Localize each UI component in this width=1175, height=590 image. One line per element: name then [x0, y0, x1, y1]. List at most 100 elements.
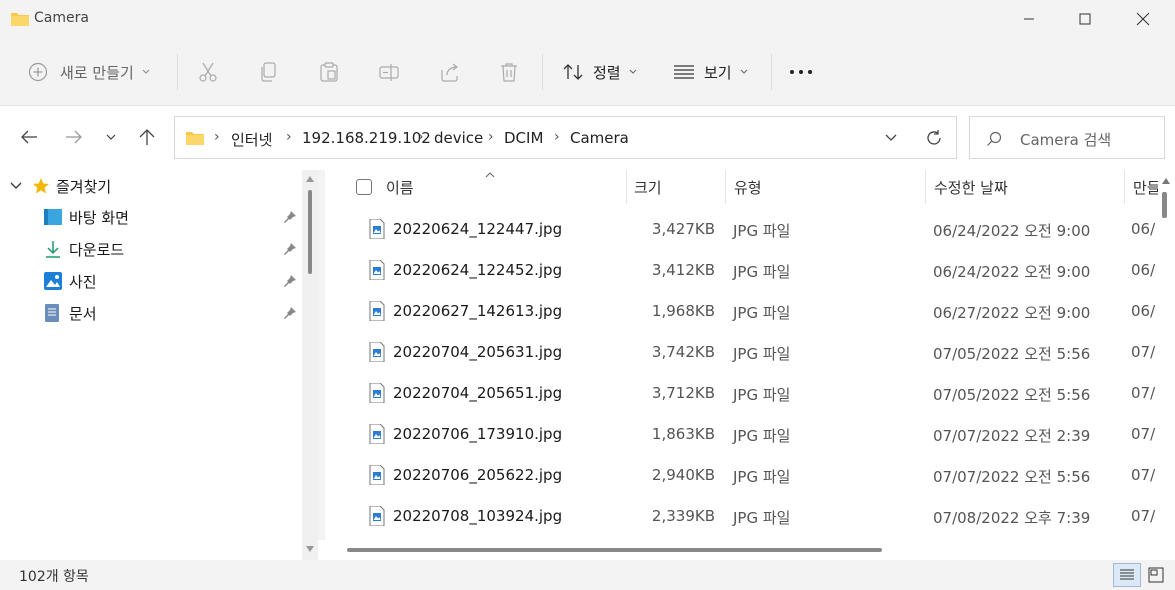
breadcrumb-separator[interactable]: ›	[286, 129, 292, 145]
details-view-button[interactable]	[1113, 563, 1141, 587]
sidebar-item-favorites[interactable]: 즐겨찾기	[10, 172, 111, 200]
sort-button[interactable]: 정렬	[562, 52, 637, 92]
sidebar-item-label: 다운로드	[69, 240, 125, 259]
minimize-button[interactable]	[1003, 0, 1055, 38]
file-type: JPG 파일	[733, 386, 791, 404]
breadcrumb-separator[interactable]: ›	[488, 129, 494, 145]
file-name[interactable]: 20220624_122452.jpg	[393, 261, 562, 279]
file-size: 3,712KB	[651, 384, 715, 402]
image-file-icon	[369, 219, 385, 239]
file-name[interactable]: 20220706_205622.jpg	[393, 466, 562, 484]
breadcrumb-item[interactable]: 192.168.219.102	[302, 129, 431, 147]
scrollbar-thumb[interactable]	[347, 548, 882, 552]
scrollbar-thumb[interactable]	[1162, 192, 1167, 218]
file-name[interactable]: 20220706_173910.jpg	[393, 425, 562, 443]
file-row[interactable]: 20220706_205622.jpg 2,940KB JPG 파일 07/07…	[325, 455, 1160, 496]
breadcrumb-separator[interactable]: ›	[418, 129, 424, 145]
sort-label: 정렬	[593, 63, 621, 82]
tiles-view-button[interactable]	[1143, 563, 1169, 587]
column-divider[interactable]	[725, 170, 726, 204]
file-created: 06/	[1131, 261, 1156, 279]
file-type: JPG 파일	[733, 427, 791, 445]
address-bar[interactable]: › 인터넷 › 192.168.219.102 › device › DCIM …	[174, 116, 957, 159]
file-type: JPG 파일	[733, 468, 791, 486]
view-button[interactable]: 보기	[673, 52, 748, 92]
search-box[interactable]: Camera 검색	[969, 116, 1165, 159]
sidebar-item-downloads[interactable]: 다운로드	[44, 235, 298, 263]
column-header-name[interactable]: 이름	[386, 170, 414, 204]
paste-button[interactable]	[318, 52, 340, 92]
copy-button[interactable]	[259, 52, 279, 92]
sort-arrows-icon	[563, 64, 583, 80]
select-all-checkbox[interactable]	[356, 170, 372, 204]
item-count: 102개 항목	[19, 569, 89, 585]
new-button[interactable]: 새로 만들기	[28, 52, 150, 92]
file-size: 3,742KB	[651, 343, 715, 361]
up-button[interactable]	[132, 122, 162, 152]
chevron-down-icon	[106, 134, 116, 140]
pin-icon[interactable]	[284, 211, 296, 223]
breadcrumb-separator[interactable]: ›	[554, 129, 560, 145]
refresh-button[interactable]	[923, 128, 945, 148]
folder-icon	[11, 13, 29, 26]
navigation-pane-scrollbar[interactable]	[302, 170, 318, 560]
sidebar-item-label: 사진	[69, 272, 97, 291]
breadcrumb-item[interactable]: DCIM	[504, 129, 543, 147]
file-name[interactable]: 20220704_205631.jpg	[393, 343, 562, 361]
sidebar-item-desktop[interactable]: 바탕 화면	[44, 203, 298, 231]
column-header-type[interactable]: 유형	[734, 170, 762, 204]
cut-button[interactable]	[198, 52, 218, 92]
file-name[interactable]: 20220624_122447.jpg	[393, 220, 562, 238]
file-row[interactable]: 20220706_173910.jpg 1,863KB JPG 파일 07/07…	[325, 414, 1160, 455]
column-header-modified[interactable]: 수정한 날짜	[934, 170, 1008, 204]
column-header-size[interactable]: 크기	[634, 170, 662, 204]
column-divider[interactable]	[626, 170, 627, 204]
breadcrumb-item[interactable]: device	[434, 129, 483, 147]
file-name[interactable]: 20220627_142613.jpg	[393, 302, 562, 320]
more-options-button[interactable]	[789, 52, 813, 92]
rename-button[interactable]	[378, 52, 400, 92]
horizontal-scrollbar[interactable]	[318, 540, 1158, 560]
file-row[interactable]: 20220704_205651.jpg 3,712KB JPG 파일 07/05…	[325, 373, 1160, 414]
share-button[interactable]	[439, 52, 461, 92]
pin-icon[interactable]	[284, 275, 296, 287]
scroll-up-icon[interactable]	[1162, 178, 1170, 184]
new-button-label: 새로 만들기	[60, 63, 134, 82]
pin-icon[interactable]	[284, 307, 296, 319]
breadcrumb-item[interactable]: Camera	[570, 129, 629, 147]
file-row[interactable]: 20220624_122452.jpg 3,412KB JPG 파일 06/24…	[325, 250, 1160, 291]
address-history-button[interactable]	[881, 130, 901, 146]
tiles-view-icon	[1148, 567, 1164, 583]
delete-button[interactable]	[498, 52, 520, 92]
forward-button[interactable]	[59, 122, 89, 152]
plus-circle-icon	[28, 62, 48, 82]
file-modified: 06/24/2022 오전 9:00	[933, 263, 1091, 281]
file-row[interactable]: 20220704_205631.jpg 3,742KB JPG 파일 07/05…	[325, 332, 1160, 373]
scrollbar-thumb[interactable]	[308, 190, 312, 274]
sidebar-item-documents[interactable]: 문서	[44, 299, 298, 327]
vertical-scrollbar[interactable]	[1158, 170, 1175, 560]
file-row[interactable]: 20220708_103924.jpg 2,339KB JPG 파일 07/08…	[325, 496, 1160, 537]
pin-icon[interactable]	[284, 243, 296, 255]
file-name[interactable]: 20220708_103924.jpg	[393, 507, 562, 525]
column-divider[interactable]	[925, 170, 926, 204]
file-row[interactable]: 20220624_122447.jpg 3,427KB JPG 파일 06/24…	[325, 209, 1160, 250]
column-header-label: 만들	[1133, 178, 1161, 197]
maximize-button[interactable]	[1059, 0, 1111, 38]
recent-locations-button[interactable]	[96, 122, 126, 152]
breadcrumb-item[interactable]: 인터넷	[231, 129, 272, 150]
scroll-up-icon[interactable]	[306, 176, 314, 182]
scroll-down-icon[interactable]	[306, 546, 314, 552]
minimize-icon	[1024, 18, 1034, 20]
sidebar-item-pictures[interactable]: 사진	[44, 267, 298, 295]
file-name[interactable]: 20220704_205651.jpg	[393, 384, 562, 402]
details-view-icon	[1120, 569, 1134, 580]
breadcrumb-separator[interactable]: ›	[214, 129, 220, 145]
close-button[interactable]	[1117, 0, 1169, 38]
file-row[interactable]: 20220627_142613.jpg 1,968KB JPG 파일 06/27…	[325, 291, 1160, 332]
column-divider[interactable]	[1124, 170, 1125, 204]
search-icon	[987, 131, 1002, 146]
column-header-created[interactable]: 만들	[1133, 170, 1161, 204]
back-button[interactable]	[14, 122, 44, 152]
chevron-down-icon[interactable]	[10, 182, 22, 190]
